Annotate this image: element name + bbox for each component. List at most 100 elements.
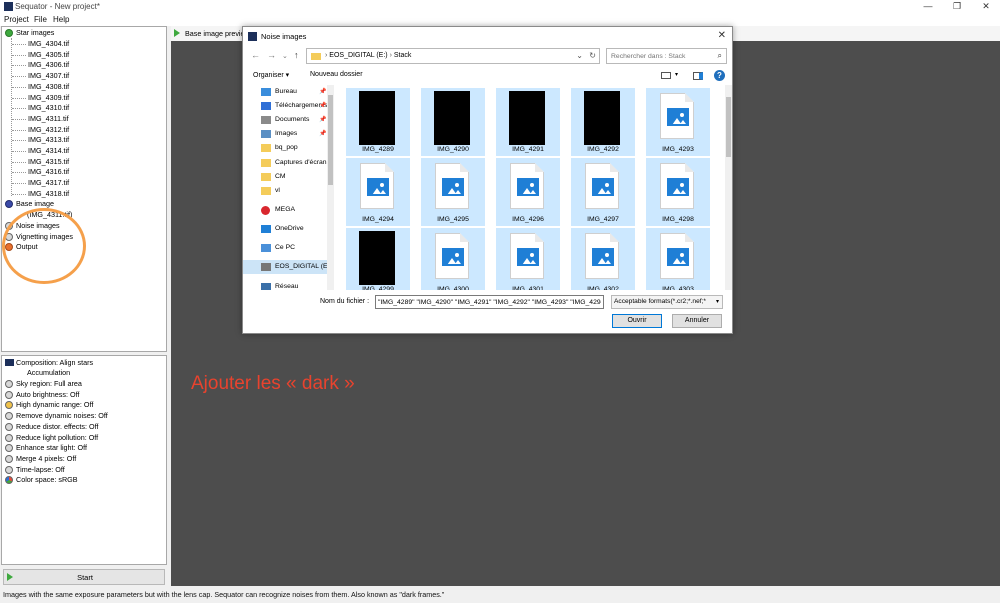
- file-item[interactable]: IMG_4303: [646, 228, 710, 290]
- file-name: IMG_4297: [587, 216, 619, 223]
- menu-project[interactable]: Project: [4, 15, 29, 24]
- tree-connector: [12, 44, 26, 45]
- tree-connector: [12, 86, 26, 88]
- file-name: IMG_4291: [512, 146, 544, 153]
- new-folder-button[interactable]: Nouveau dossier: [310, 71, 363, 78]
- pin-icon: 📌: [319, 89, 327, 95]
- file-item[interactable]: IMG_4300: [421, 228, 485, 290]
- nav-item[interactable]: Bureau 📌: [243, 85, 329, 99]
- cloud-icon: [261, 225, 271, 233]
- nav-item[interactable]: Captures d'écran: [243, 156, 329, 170]
- chevron-down-icon[interactable]: ⌄: [576, 51, 583, 60]
- folder-icon: [261, 173, 271, 181]
- nav-item[interactable]: vl: [243, 184, 329, 198]
- close-icon[interactable]: ✕: [718, 30, 726, 41]
- filename-field[interactable]: [375, 295, 604, 309]
- file-name: IMG_4296: [512, 216, 544, 223]
- file-item[interactable]: IMG_4297: [571, 158, 635, 226]
- pin-icon: 📌: [319, 103, 327, 109]
- nav-item[interactable]: OneDrive: [243, 222, 329, 236]
- file-item[interactable]: IMG_4299: [346, 228, 410, 290]
- tree-connector: [12, 76, 26, 78]
- tree-connector: [12, 97, 26, 99]
- tree-connector: [12, 118, 26, 120]
- dialog-title: Noise images: [261, 32, 307, 41]
- address-bar[interactable]: › EOS_DIGITAL (E:) › Stack ⌄ ↻: [306, 48, 600, 64]
- nav-item[interactable]: CM: [243, 170, 329, 184]
- computer-icon: [261, 244, 271, 252]
- menu-help[interactable]: Help: [53, 15, 69, 24]
- tree-connector: [12, 161, 26, 163]
- app-icon: [4, 2, 13, 11]
- minimize-button[interactable]: —: [914, 0, 942, 14]
- forward-arrow-icon[interactable]: →: [267, 50, 276, 60]
- nav-item[interactable]: EOS_DIGITAL (E:): [243, 260, 329, 274]
- menu-file[interactable]: File: [34, 15, 47, 24]
- nav-item[interactable]: Réseau: [243, 280, 329, 290]
- file-item[interactable]: IMG_4296: [496, 158, 560, 226]
- start-label: Start: [77, 573, 93, 582]
- composition-label: Composition: Align stars: [16, 358, 94, 367]
- annotation-text: Ajouter les « dark »: [191, 373, 355, 394]
- file-scrollbar[interactable]: [725, 85, 732, 290]
- file-item[interactable]: IMG_4301: [496, 228, 560, 290]
- file-item[interactable]: IMG_4294: [346, 158, 410, 226]
- search-box[interactable]: ⌕: [606, 48, 727, 64]
- file-item[interactable]: IMG_4292: [571, 88, 635, 156]
- file-name: IMG_4298: [662, 216, 694, 223]
- file-name: IMG_4301: [512, 286, 544, 290]
- start-button[interactable]: Start: [3, 569, 165, 585]
- chevron-down-icon[interactable]: ▾: [675, 71, 678, 78]
- chevron-down-icon[interactable]: ⌄: [282, 52, 288, 60]
- view-options-icon[interactable]: [661, 72, 671, 79]
- setting-status-icon: [5, 433, 13, 442]
- file-item[interactable]: IMG_4302: [571, 228, 635, 290]
- breadcrumb-drive[interactable]: EOS_DIGITAL (E:): [329, 52, 387, 59]
- file-name: IMG_4292: [587, 146, 619, 153]
- close-window-button[interactable]: ✕: [972, 0, 1000, 14]
- nav-item[interactable]: Images 📌: [243, 127, 329, 141]
- setting-status-icon: [5, 390, 13, 399]
- image-file-icon: [660, 163, 694, 209]
- breadcrumb-folder[interactable]: Stack: [394, 52, 412, 59]
- setting-status-icon: [5, 412, 13, 421]
- image-file-icon: [510, 163, 544, 209]
- nav-item[interactable]: Documents 📌: [243, 113, 329, 127]
- dark-frame-thumbnail: [584, 91, 620, 145]
- file-item[interactable]: IMG_4289: [346, 88, 410, 156]
- setting-status-icon: [5, 401, 13, 410]
- up-arrow-icon[interactable]: ↑: [294, 50, 299, 60]
- document-icon: [261, 116, 271, 124]
- file-item[interactable]: IMG_4295: [421, 158, 485, 226]
- refresh-icon[interactable]: ↻: [589, 51, 596, 60]
- maximize-button[interactable]: ❐: [943, 0, 971, 14]
- nav-item[interactable]: MEGA: [243, 203, 329, 217]
- file-item[interactable]: IMG_4291: [496, 88, 560, 156]
- open-button[interactable]: Ouvrir: [612, 314, 662, 328]
- nav-item[interactable]: Ce PC: [243, 241, 329, 255]
- nav-item[interactable]: Téléchargements 📌: [243, 99, 329, 113]
- organize-button[interactable]: Organiser ▾: [253, 71, 289, 79]
- cancel-button[interactable]: Annuler: [672, 314, 722, 328]
- image-file-icon: [660, 233, 694, 279]
- scrollbar-thumb[interactable]: [726, 97, 731, 157]
- filetype-select[interactable]: Acceptable formats(*.cr2;*.nef;* ▾: [611, 295, 723, 309]
- nav-item-label: EOS_DIGITAL (E:): [275, 263, 329, 270]
- search-input[interactable]: [611, 51, 711, 62]
- star-file-label: IMG_4304.tif: [28, 39, 70, 48]
- file-item[interactable]: IMG_4290: [421, 88, 485, 156]
- preview-pane-icon[interactable]: [693, 72, 703, 80]
- star-file-label: IMG_4314.tif: [28, 146, 70, 155]
- image-file-icon: [660, 93, 694, 139]
- filename-input[interactable]: [376, 296, 601, 308]
- scrollbar-thumb[interactable]: [328, 95, 333, 185]
- nav-scrollbar[interactable]: [327, 85, 334, 290]
- title-bar: Sequator - New project* — ❐ ✕: [0, 0, 1000, 14]
- file-item[interactable]: IMG_4293: [646, 88, 710, 156]
- star-file-label: IMG_4305.tif: [28, 49, 70, 59]
- nav-item[interactable]: bq_pop: [243, 141, 329, 155]
- star-file-label: IMG_4308.tif: [28, 81, 70, 91]
- back-arrow-icon[interactable]: ←: [251, 50, 260, 60]
- file-item[interactable]: IMG_4298: [646, 158, 710, 226]
- help-icon[interactable]: ?: [714, 70, 725, 81]
